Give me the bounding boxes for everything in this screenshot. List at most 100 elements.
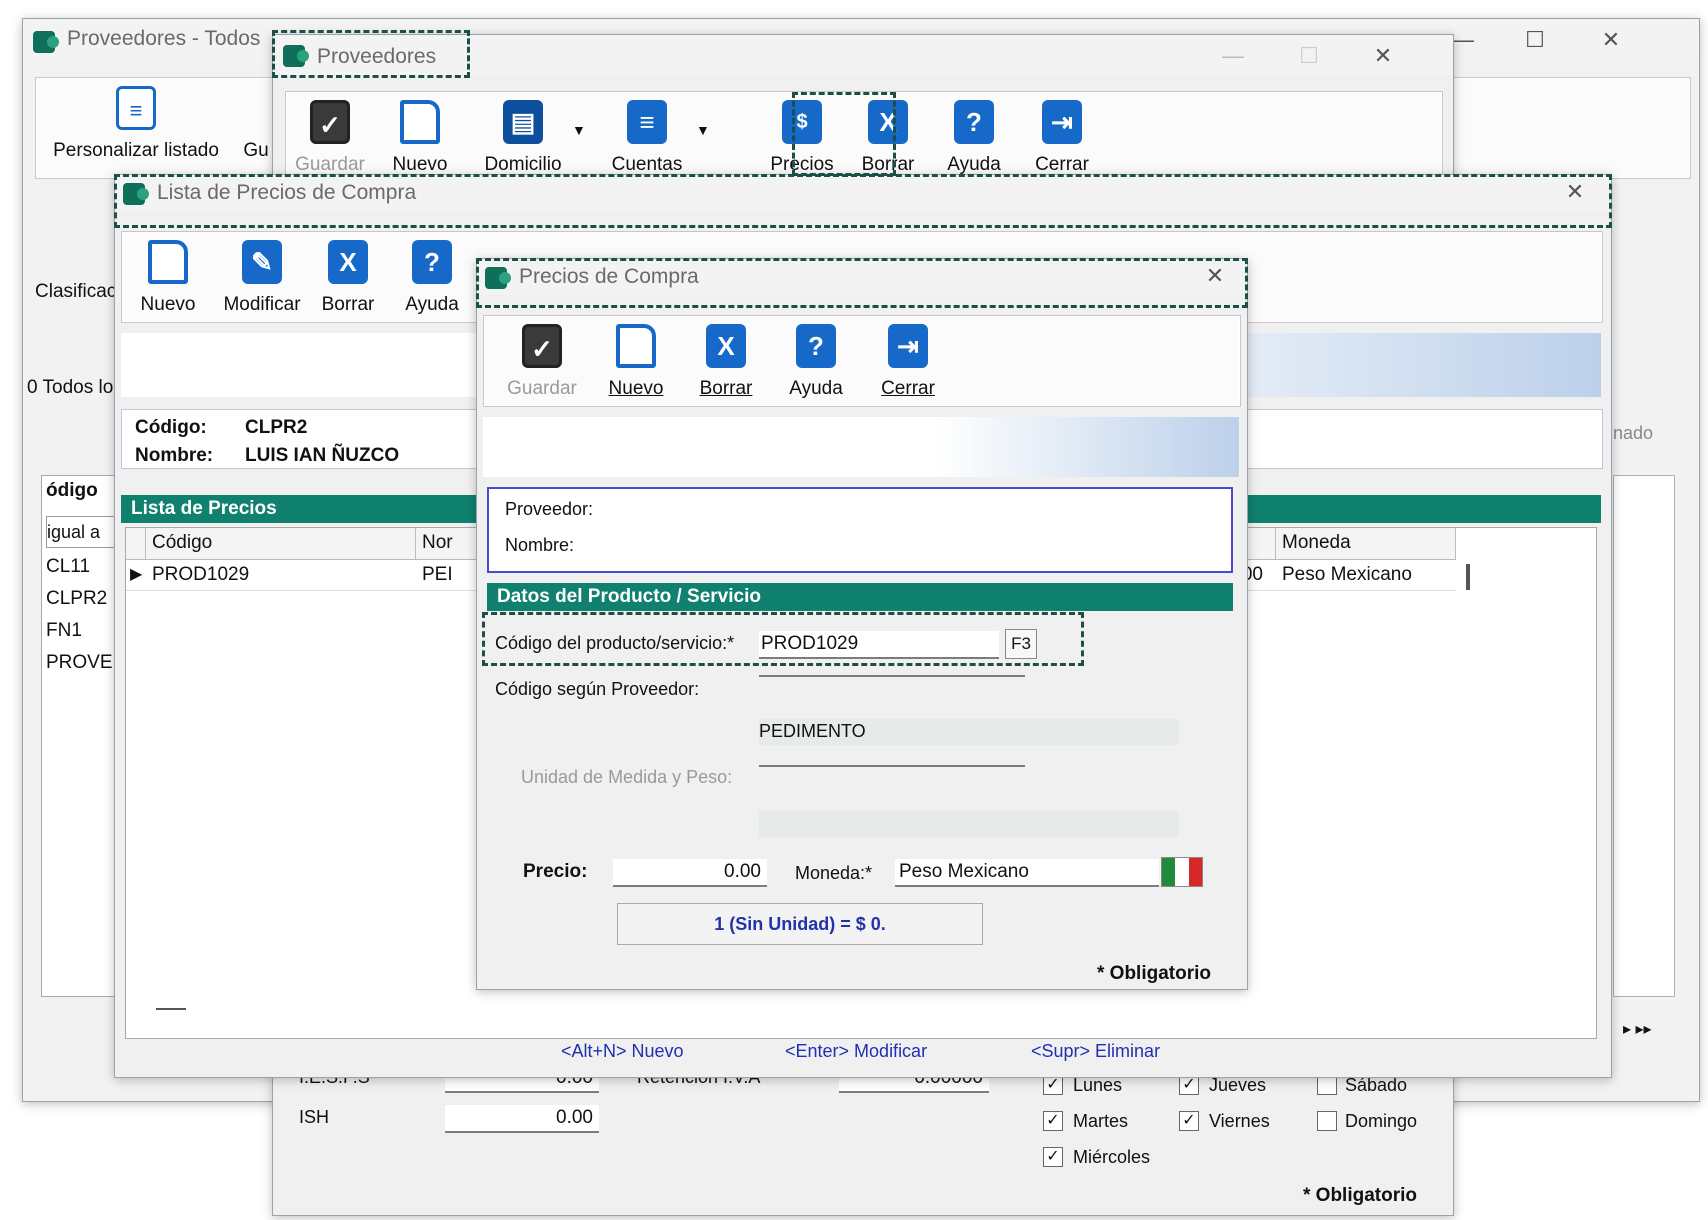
- personalizar-button[interactable]: ≡ Personalizar listado: [36, 78, 236, 178]
- unidad-extra-field: [759, 811, 1179, 837]
- row-moneda: Peso Mexicano: [1282, 564, 1412, 585]
- lunes-label: Lunes: [1073, 1075, 1123, 1095]
- help-icon: ?: [954, 100, 994, 144]
- proveedor-label: Proveedor:: [505, 499, 594, 519]
- datos-producto-section: Datos del Producto / Servicio: [487, 583, 1233, 611]
- borrar-button[interactable]: X Borrar: [308, 232, 388, 322]
- precio-label: Precio:: [523, 861, 588, 882]
- delete-icon: X: [328, 240, 368, 284]
- filter-field[interactable]: igual a: [46, 516, 120, 548]
- viernes-checkbox[interactable]: ✓: [1179, 1111, 1199, 1131]
- jueves-checkbox[interactable]: ✓: [1179, 1075, 1199, 1095]
- codigo-proveedor-field[interactable]: [759, 675, 1025, 677]
- close-icon[interactable]: ✕: [1591, 25, 1631, 55]
- jueves-label: Jueves: [1209, 1075, 1267, 1095]
- ayuda-button[interactable]: ? Ayuda: [392, 232, 472, 322]
- scroll-left-indicator[interactable]: [156, 1008, 186, 1010]
- delete-icon: X: [868, 100, 908, 144]
- new-document-icon: [400, 100, 440, 144]
- borrar-button[interactable]: X Borrar: [686, 316, 766, 406]
- moneda-field[interactable]: Peso Mexicano: [895, 859, 1159, 887]
- sabado-label: Sábado: [1345, 1075, 1408, 1095]
- guardar-button[interactable]: ✓ Guardar: [502, 316, 582, 406]
- ish-field[interactable]: 0.00: [445, 1105, 599, 1133]
- help-icon: ?: [412, 240, 452, 284]
- row-codigo: PROD1029: [152, 564, 250, 585]
- new-document-icon: [148, 240, 188, 284]
- domicilio-button[interactable]: ▤ Domicilio: [468, 92, 578, 182]
- mexico-flag-icon[interactable]: [1161, 857, 1203, 887]
- codigo-value: CLPR2: [245, 417, 308, 438]
- domicilio-dropdown-icon[interactable]: ▼: [572, 122, 586, 138]
- moneda-label: Moneda:*: [795, 863, 873, 883]
- ayuda-button[interactable]: ? Ayuda: [776, 316, 856, 406]
- alt-n-hint[interactable]: <Alt+N> Nuevo: [561, 1041, 684, 1062]
- borrar-button[interactable]: X Borrar: [848, 92, 928, 182]
- status-text: inado: [1609, 423, 1654, 443]
- minimize-icon[interactable]: —: [1213, 41, 1253, 71]
- cerrar-button[interactable]: ⇥ Cerrar: [1022, 92, 1102, 182]
- ayuda-button[interactable]: ? Ayuda: [934, 92, 1014, 182]
- enter-hint[interactable]: <Enter> Modificar: [785, 1041, 927, 1062]
- nuevo-button[interactable]: Nuevo: [596, 316, 676, 406]
- proveedor-box: [487, 487, 1233, 573]
- nuevo-button[interactable]: Nuevo: [380, 92, 460, 182]
- unidad-field[interactable]: [759, 765, 1025, 767]
- domingo-label: Domingo: [1345, 1111, 1418, 1131]
- close-icon[interactable]: ✕: [1195, 261, 1235, 291]
- titlebar: Lista de Precios de Compra ✕: [115, 175, 1611, 211]
- precio-field[interactable]: 0.00: [613, 859, 767, 887]
- right-grid: [1613, 475, 1675, 997]
- todos-label[interactable]: 0 Todos lo: [27, 377, 113, 399]
- next-page-icon[interactable]: ▸ ▸▸: [1623, 1019, 1652, 1039]
- cerrar-button[interactable]: ⇥ Cerrar: [868, 316, 948, 406]
- delete-icon: X: [706, 324, 746, 368]
- maximize-icon[interactable]: ☐: [1289, 41, 1329, 71]
- guardar-button[interactable]: ✓ Guardar: [290, 92, 370, 182]
- moneda-column-header[interactable]: Moneda: [1276, 528, 1456, 560]
- sabado-checkbox[interactable]: [1317, 1075, 1337, 1095]
- nombre-value: LUIS IAN ÑUZCO: [245, 445, 400, 466]
- gu-button[interactable]: Gu: [236, 78, 276, 178]
- check-icon: ✓: [522, 324, 562, 368]
- obligatorio-note: * Obligatorio: [1303, 1185, 1417, 1206]
- miercoles-label: Miércoles: [1073, 1147, 1151, 1167]
- window-title: Precios de Compra: [519, 265, 699, 288]
- precios-button[interactable]: $ Precios: [762, 92, 842, 182]
- exit-icon: ⇥: [1042, 100, 1082, 144]
- codigo-producto-field[interactable]: PROD1029: [759, 631, 999, 659]
- pedimento-value: PEDIMENTO: [759, 721, 866, 741]
- f3-button[interactable]: F3: [1005, 629, 1037, 659]
- supr-hint[interactable]: <Supr> Eliminar: [1031, 1041, 1160, 1062]
- conversion-button[interactable]: 1 (Sin Unidad) = $ 0.: [617, 903, 983, 945]
- row-selector-header: [126, 528, 146, 560]
- pedimento-field: PEDIMENTO: [759, 719, 1179, 745]
- martes-checkbox[interactable]: ✓: [1043, 1111, 1063, 1131]
- proveedores-toolbar: ✓ Guardar Nuevo ▤ Domicilio ▼ ≡ Cuentas …: [285, 91, 1443, 183]
- codigo-column-header[interactable]: Código: [146, 528, 416, 560]
- lunes-checkbox[interactable]: ✓: [1043, 1075, 1063, 1095]
- cuentas-button[interactable]: ≡ Cuentas: [592, 92, 702, 182]
- list-item[interactable]: PROVE: [46, 652, 113, 674]
- list-item[interactable]: CL11: [46, 556, 90, 578]
- new-document-icon: [616, 324, 656, 368]
- miercoles-checkbox[interactable]: ✓: [1043, 1147, 1063, 1167]
- titlebar: Precios de Compra ✕: [477, 259, 1247, 295]
- list-item[interactable]: CLPR2: [46, 588, 107, 610]
- ish-label: ISH: [299, 1107, 330, 1127]
- app-icon: [123, 183, 149, 205]
- domingo-checkbox[interactable]: [1317, 1111, 1337, 1131]
- close-icon[interactable]: ✕: [1555, 177, 1595, 207]
- maximize-icon[interactable]: ☐: [1515, 25, 1555, 55]
- list-item[interactable]: FN1: [46, 620, 82, 642]
- cuentas-dropdown-icon[interactable]: ▼: [696, 122, 710, 138]
- back-grid: ódigo igual a CL11 CLPR2 FN1 PROVE: [41, 475, 123, 997]
- list-icon: ≡: [116, 86, 156, 130]
- nombre-label: Nombre:: [505, 535, 575, 555]
- nuevo-button[interactable]: Nuevo: [128, 232, 208, 322]
- modificar-button[interactable]: ✎ Modificar: [212, 232, 312, 322]
- nombre-label: Nombre:: [135, 445, 214, 466]
- scrollbar[interactable]: [1466, 564, 1470, 590]
- app-icon: [485, 267, 511, 289]
- close-icon[interactable]: ✕: [1363, 41, 1403, 71]
